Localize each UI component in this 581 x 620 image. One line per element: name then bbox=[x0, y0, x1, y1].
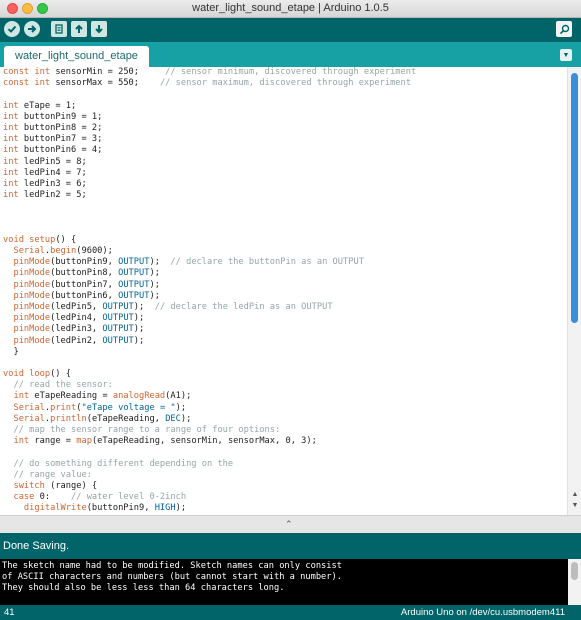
code-line[interactable]: int range = map(eTapeReading, sensorMin,… bbox=[3, 436, 567, 447]
code-line[interactable]: ​ bbox=[3, 89, 567, 100]
code-line[interactable]: pinMode(ledPin2, OUTPUT); bbox=[3, 336, 567, 347]
code-line[interactable]: ​ bbox=[3, 212, 567, 223]
code-line[interactable]: pinMode(ledPin3, OUTPUT); bbox=[3, 324, 567, 335]
tab-menu-button[interactable]: ▼ bbox=[560, 49, 572, 61]
console-line: They should also be less less than 64 ch… bbox=[2, 583, 285, 594]
code-line[interactable]: int eTapeReading = analogRead(A1); bbox=[3, 391, 567, 402]
tab-bar: water_light_sound_etape ▼ bbox=[0, 42, 581, 67]
status-bar: Done Saving. bbox=[0, 533, 581, 559]
code-line[interactable]: pinMode(buttonPin8, OUTPUT); bbox=[3, 268, 567, 279]
code-line[interactable]: int ledPin4 = 7; bbox=[3, 168, 567, 179]
code-line[interactable]: pinMode(ledPin5, OUTPUT); // declare the… bbox=[3, 302, 567, 313]
code-line[interactable]: // map the sensor range to a range of fo… bbox=[3, 425, 567, 436]
upload-button[interactable] bbox=[24, 21, 40, 37]
code-line[interactable]: pinMode(buttonPin6, OUTPUT); bbox=[3, 291, 567, 302]
new-file-icon bbox=[55, 24, 63, 34]
open-button[interactable] bbox=[71, 21, 87, 37]
code-line[interactable]: ​ bbox=[3, 447, 567, 458]
code-line[interactable]: int buttonPin6 = 4; bbox=[3, 145, 567, 156]
magnifier-icon bbox=[559, 24, 569, 34]
new-button[interactable] bbox=[51, 21, 67, 37]
code-line[interactable]: ​ bbox=[3, 224, 567, 235]
code-line[interactable]: int ledPin2 = 5; bbox=[3, 190, 567, 201]
arrow-down-icon bbox=[95, 25, 103, 34]
code-text[interactable]: const int sensorMin = 250; // sensor min… bbox=[0, 67, 567, 515]
console-scroll-thumb[interactable] bbox=[571, 562, 578, 580]
code-line[interactable]: int buttonPin7 = 3; bbox=[3, 134, 567, 145]
check-icon bbox=[7, 25, 17, 33]
code-line[interactable]: pinMode(buttonPin9, OUTPUT); // declare … bbox=[3, 257, 567, 268]
footer-bar: 41 Arduino Uno on /dev/cu.usbmodem411 bbox=[0, 605, 581, 620]
code-line[interactable]: const int sensorMax = 550; // sensor max… bbox=[3, 78, 567, 89]
scroll-up-icon[interactable]: ▲ bbox=[571, 491, 579, 499]
code-line[interactable]: // read the sensor: bbox=[3, 380, 567, 391]
toolbar bbox=[0, 18, 581, 42]
code-line[interactable]: int buttonPin8 = 2; bbox=[3, 123, 567, 134]
console-line: of ASCII characters and numbers (but can… bbox=[2, 572, 342, 583]
code-line[interactable]: const int sensorMin = 250; // sensor min… bbox=[3, 67, 567, 78]
code-line[interactable]: // do something different depending on t… bbox=[3, 459, 567, 470]
arrow-up-icon bbox=[75, 24, 83, 33]
console-line: The sketch name had to be modified. Sket… bbox=[2, 561, 342, 571]
code-line[interactable]: } bbox=[3, 347, 567, 358]
line-number: 41 bbox=[4, 607, 15, 618]
code-line[interactable]: int ledPin5 = 8; bbox=[3, 157, 567, 168]
editor-scroll-thumb[interactable] bbox=[571, 73, 578, 323]
code-line[interactable]: int buttonPin9 = 1; bbox=[3, 112, 567, 123]
arrow-right-icon bbox=[28, 25, 37, 33]
editor-scrollbar[interactable]: ▲ ▼ bbox=[567, 67, 581, 515]
code-line[interactable]: ​ bbox=[3, 201, 567, 212]
window-title: water_light_sound_etape | Arduino 1.0.5 bbox=[192, 2, 389, 14]
code-line[interactable]: pinMode(ledPin4, OUTPUT); bbox=[3, 313, 567, 324]
code-line[interactable]: case 0: // water level 0-2inch bbox=[3, 492, 567, 503]
code-line[interactable]: ​ bbox=[3, 358, 567, 369]
code-line[interactable]: Serial.println(eTapeReading, DEC); bbox=[3, 414, 567, 425]
code-line[interactable]: int eTape = 1; bbox=[3, 101, 567, 112]
code-line[interactable]: void loop() { bbox=[3, 369, 567, 380]
caret-up-icon: ⌃ bbox=[285, 519, 293, 529]
tab-sketch[interactable]: water_light_sound_etape bbox=[4, 46, 149, 67]
save-button[interactable] bbox=[91, 21, 107, 37]
console-output: The sketch name had to be modified. Sket… bbox=[0, 559, 568, 605]
serial-monitor-button[interactable] bbox=[556, 21, 572, 37]
title-bar: water_light_sound_etape | Arduino 1.0.5 bbox=[0, 0, 581, 18]
split-divider[interactable]: ⌃ bbox=[0, 515, 581, 533]
code-line[interactable]: pinMode(buttonPin7, OUTPUT); bbox=[3, 280, 567, 291]
code-editor[interactable]: const int sensorMin = 250; // sensor min… bbox=[0, 67, 567, 515]
code-line[interactable]: Serial.begin(9600); bbox=[3, 246, 567, 257]
code-line[interactable]: // range value: bbox=[3, 470, 567, 481]
console-text: The sketch name had to be modified. Sket… bbox=[0, 559, 568, 595]
scroll-down-icon[interactable]: ▼ bbox=[571, 502, 579, 510]
code-line[interactable]: Serial.print("eTape voltage = "); bbox=[3, 403, 567, 414]
code-line[interactable]: switch (range) { bbox=[3, 481, 567, 492]
code-line[interactable]: void setup() { bbox=[3, 235, 567, 246]
code-line[interactable]: digitalWrite(buttonPin9, HIGH); bbox=[3, 503, 567, 514]
board-info: Arduino Uno on /dev/cu.usbmodem411 bbox=[400, 607, 565, 618]
code-line[interactable]: int ledPin3 = 6; bbox=[3, 179, 567, 190]
verify-button[interactable] bbox=[4, 21, 20, 37]
triangle-down-icon: ▼ bbox=[562, 51, 570, 59]
console-scrollbar[interactable] bbox=[568, 559, 581, 605]
